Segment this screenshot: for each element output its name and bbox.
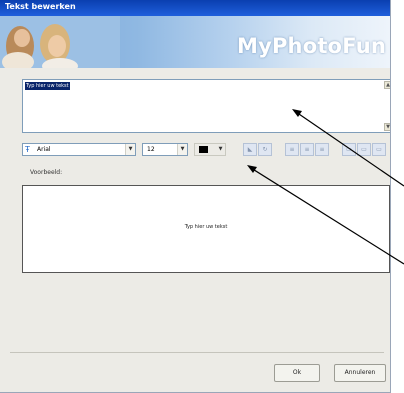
- annotation-arrows: [247, 109, 404, 265]
- arrow-line: [295, 111, 404, 187]
- arrow-head: [247, 165, 257, 173]
- arrow-line: [250, 167, 404, 265]
